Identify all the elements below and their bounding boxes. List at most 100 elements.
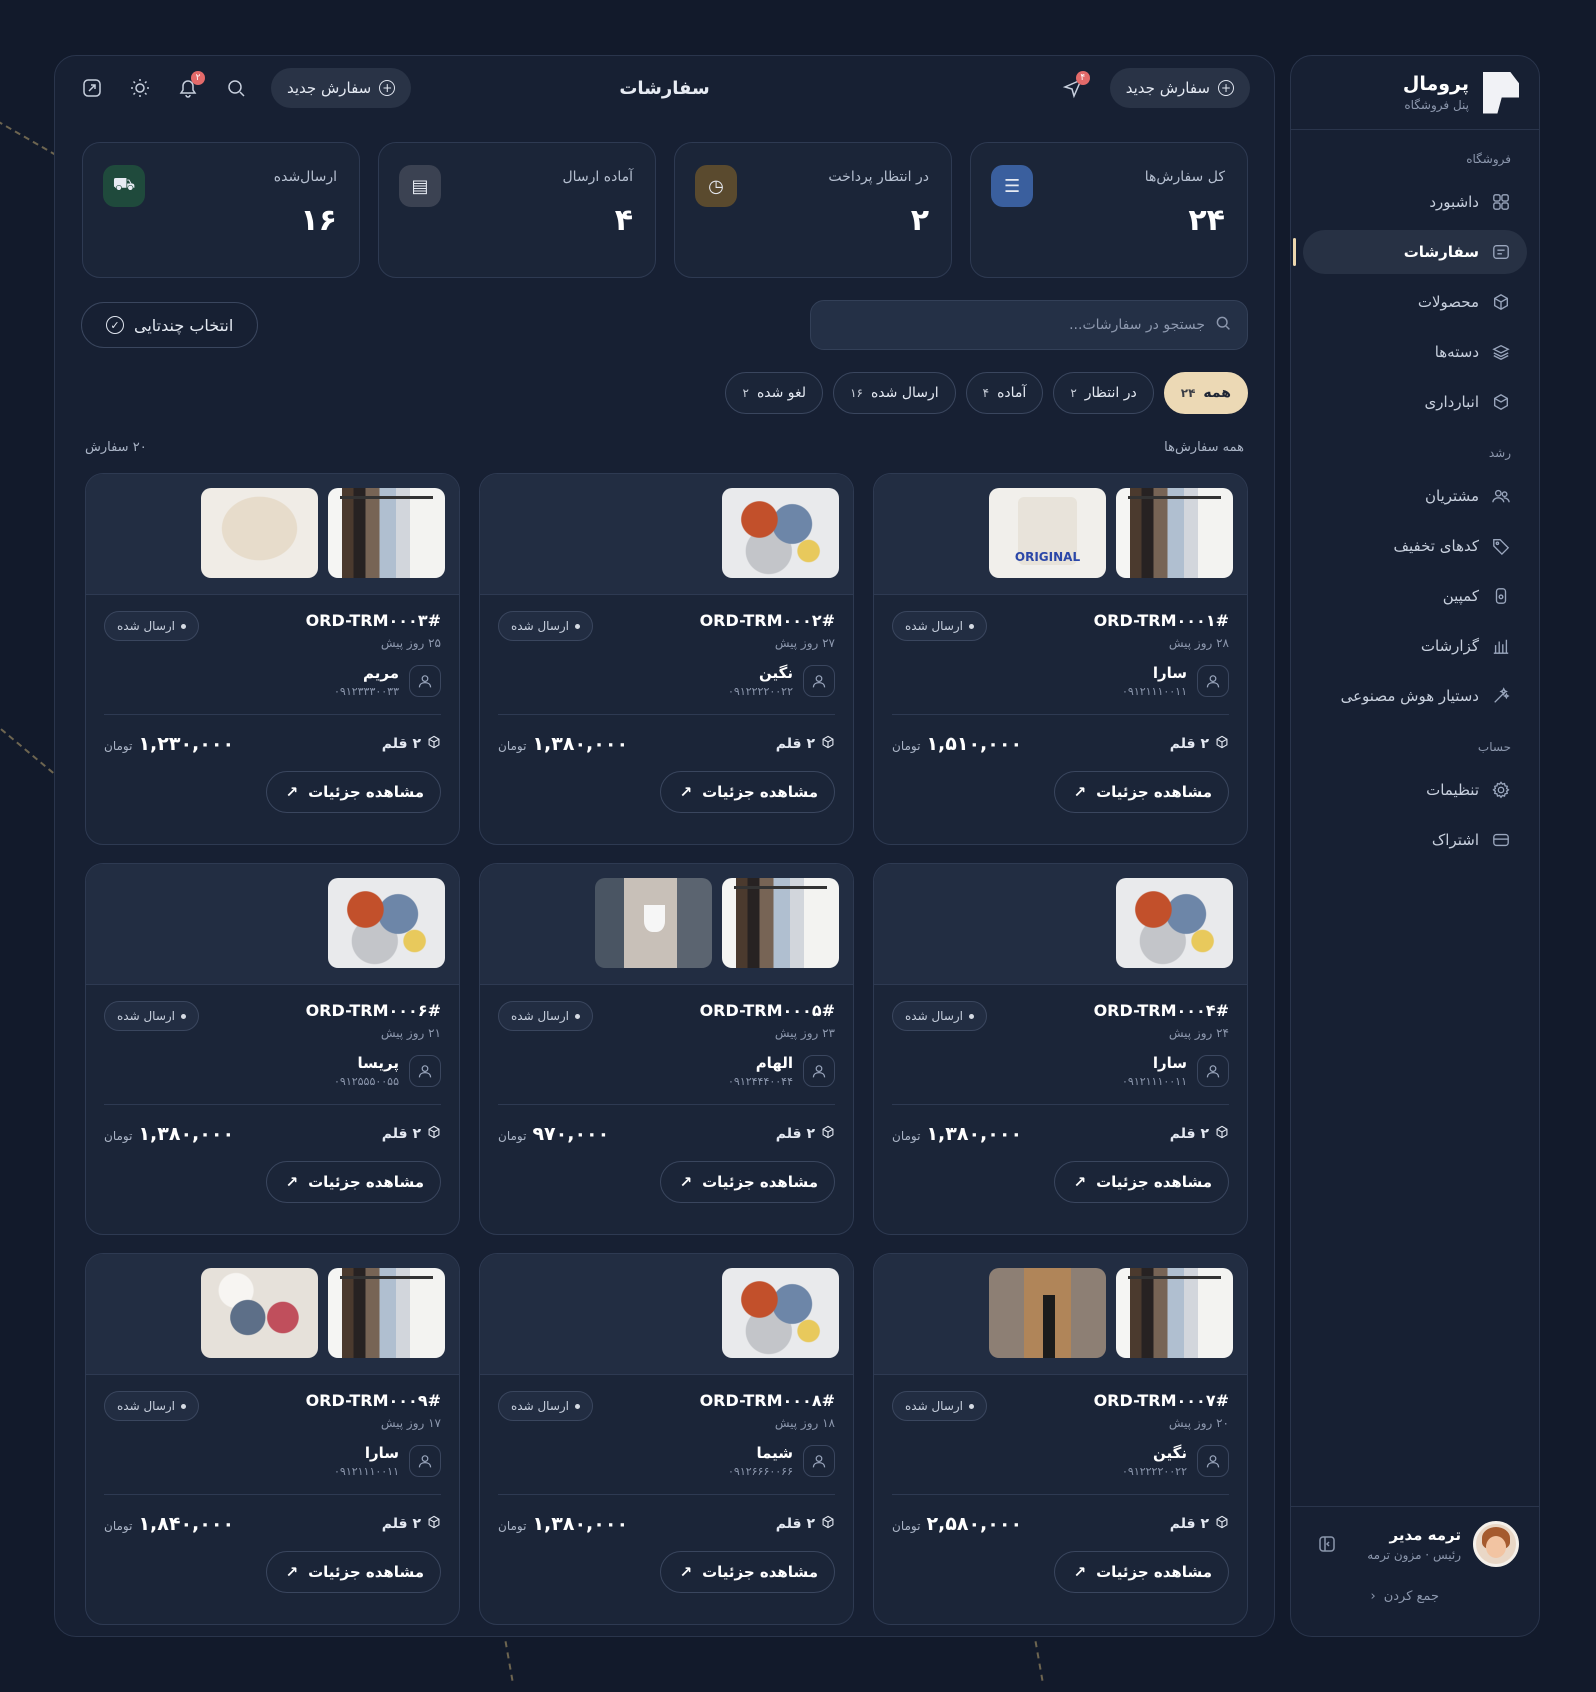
sidebar-item-store-1[interactable]: سفارشات — [1294, 230, 1528, 274]
avatar[interactable] — [1474, 1521, 1520, 1567]
multi-select-button[interactable]: انتخاب چندتایی ✓ — [82, 302, 260, 348]
order-card[interactable]: ORD-TRM۰۰۰۷# ۲۰ روز پیش ارسال شده نگین ۰۹۱۲۲… — [874, 1253, 1249, 1625]
status-dot — [182, 623, 188, 629]
filter-chip[interactable]: در انتظار ۲ — [1054, 372, 1155, 414]
sidebar-item-growth-0[interactable]: مشتریان — [1304, 474, 1528, 518]
stat-card[interactable]: کل سفارش‌ها ۲۴ ☰ — [971, 142, 1249, 278]
order-time: ۲۰ روز پیش — [1169, 1416, 1230, 1430]
new-order-button-primary[interactable]: + سفارش جدید — [1110, 68, 1251, 108]
product-thumbnail[interactable] — [1117, 878, 1234, 968]
sidebar-item-store-4[interactable]: انبارداری — [1304, 380, 1528, 424]
sun-icon[interactable] — [128, 75, 154, 101]
sidebar-item-label: مشتریان — [1426, 487, 1480, 505]
send-icon[interactable]: ۴ — [1061, 71, 1091, 101]
customer-name: نگین — [1154, 1444, 1188, 1462]
product-thumbnail[interactable] — [329, 1268, 446, 1358]
items-count: ۲ قلم — [777, 1515, 836, 1533]
product-thumbnail[interactable] — [990, 488, 1107, 578]
order-id: ORD-TRM۰۰۰۷# — [1094, 1391, 1230, 1410]
sidebar-item-growth-1[interactable]: کدهای تخفیف — [1304, 524, 1528, 568]
order-card[interactable]: ORD-TRM۰۰۰۵# ۲۳ روز پیش ارسال شده الهام ۰۹۱۲… — [480, 863, 855, 1235]
view-details-button[interactable]: مشاهده جزئیات ↗ — [267, 1161, 442, 1203]
divider — [893, 1494, 1230, 1495]
sidebar-item-account-1[interactable]: اشتراک — [1304, 818, 1528, 862]
filter-chip[interactable]: آماده ۴ — [966, 372, 1045, 414]
sidebar-item-growth-3[interactable]: گزارشات — [1304, 624, 1528, 668]
bell-icon[interactable]: ۲ — [176, 71, 206, 101]
order-id: ORD-TRM۰۰۰۸# — [700, 1391, 836, 1410]
user-icon — [804, 1055, 836, 1087]
collapse-label: جمع کردن — [1384, 1589, 1440, 1604]
items-label: ۲ قلم — [382, 1516, 422, 1532]
product-thumbnail[interactable] — [723, 878, 840, 968]
order-card[interactable]: ORD-TRM۰۰۰۶# ۲۱ روز پیش ارسال شده پریسا ۰۹۱۲… — [86, 863, 461, 1235]
customer-info: سارا ۰۹۱۲۱۱۱۰۰۱۱ — [893, 664, 1230, 698]
product-thumbnail[interactable] — [329, 488, 446, 578]
sidebar-item-growth-2[interactable]: کمپین — [1304, 574, 1528, 618]
product-thumbnail[interactable] — [596, 878, 713, 968]
view-details-button[interactable]: مشاهده جزئیات ↗ — [1055, 771, 1230, 813]
customer-info: شیما ۰۹۱۲۶۶۶۰۰۶۶ — [499, 1444, 836, 1478]
view-details-button[interactable]: مشاهده جزئیات ↗ — [267, 771, 442, 813]
search-box[interactable] — [811, 300, 1249, 350]
sidebar-item-store-0[interactable]: داشبورد — [1304, 180, 1528, 224]
customer-name: سارا — [1153, 664, 1188, 682]
sidebar-item-store-3[interactable]: دسته‌ها — [1304, 330, 1528, 374]
status-badge: ارسال شده — [893, 1001, 989, 1031]
search-input[interactable] — [828, 317, 1206, 333]
product-thumbnail[interactable] — [1117, 1268, 1234, 1358]
sidebar-item-store-2[interactable]: محصولات — [1304, 280, 1528, 324]
nav-section-growth: رشد — [1489, 446, 1512, 460]
order-card[interactable]: ORD-TRM۰۰۰۴# ۲۴ روز پیش ارسال شده سارا ۰۹۱۲۱… — [874, 863, 1249, 1235]
product-thumbnail[interactable] — [723, 1268, 840, 1358]
stat-value: ۲ — [911, 203, 930, 238]
order-card[interactable]: ORD-TRM۰۰۰۱# ۲۸ روز پیش ارسال شده سارا ۰۹۱۲۱… — [874, 473, 1249, 845]
items-label: ۲ قلم — [776, 736, 816, 752]
filter-label: ارسال شده — [871, 385, 940, 401]
customer-name: مریم — [363, 664, 400, 682]
stat-card[interactable]: ارسال‌شده ۱۶ ⛟ — [83, 142, 361, 278]
search-icon[interactable] — [224, 75, 250, 101]
ai-icon — [1492, 686, 1512, 706]
expand-icon[interactable] — [80, 75, 106, 101]
product-thumbnail[interactable] — [723, 488, 840, 578]
brand[interactable]: پرومال پنل فروشگاه — [1292, 56, 1540, 130]
view-details-label: مشاهده جزئیات — [309, 783, 425, 801]
filter-label: آماده — [998, 385, 1028, 401]
collapse-button[interactable]: جمع کردن ‹ — [1312, 1589, 1520, 1604]
view-details-button[interactable]: مشاهده جزئیات ↗ — [661, 771, 836, 813]
price-value: ۱,۳۸۰,۰۰۰ — [533, 733, 630, 755]
view-details-button[interactable]: مشاهده جزئیات ↗ — [661, 1551, 836, 1593]
order-price: ۱,۵۱۰,۰۰۰ تومان — [893, 733, 1023, 755]
status-label: ارسال شده — [512, 619, 571, 633]
arrow-up-left-icon: ↗ — [680, 1563, 694, 1581]
sidebar-item-account-0[interactable]: تنظیمات — [1304, 768, 1528, 812]
view-details-button[interactable]: مشاهده جزئیات ↗ — [1055, 1161, 1230, 1203]
sidebar-item-growth-4[interactable]: دستیار هوش مصنوعی — [1304, 674, 1528, 718]
product-thumbnail[interactable] — [202, 1268, 319, 1358]
product-thumbnail[interactable] — [202, 488, 319, 578]
user-icon — [1198, 665, 1230, 697]
order-card[interactable]: ORD-TRM۰۰۰۳# ۲۵ روز پیش ارسال شده مریم ۰۹۱۲۳… — [86, 473, 461, 845]
product-thumbnail[interactable] — [1117, 488, 1234, 578]
new-order-button-secondary[interactable]: + سفارش جدید — [272, 68, 413, 108]
filter-chip[interactable]: همه ۲۴ — [1164, 372, 1249, 414]
stat-card[interactable]: آماده ارسال ۴ ▤ — [379, 142, 657, 278]
product-thumbnail[interactable] — [990, 1268, 1107, 1358]
order-card[interactable]: ORD-TRM۰۰۰۲# ۲۷ روز پیش ارسال شده نگین ۰۹۱۲۲… — [480, 473, 855, 845]
toolbar: انتخاب چندتایی ✓ — [56, 278, 1275, 350]
order-card[interactable]: ORD-TRM۰۰۰۸# ۱۸ روز پیش ارسال شده شیما ۰۹۱۲۶… — [480, 1253, 855, 1625]
price-value: ۱,۳۸۰,۰۰۰ — [139, 1123, 236, 1145]
order-card[interactable]: ORD-TRM۰۰۰۹# ۱۷ روز پیش ارسال شده سارا ۰۹۱۲۱… — [86, 1253, 461, 1625]
view-details-button[interactable]: مشاهده جزئیات ↗ — [267, 1551, 442, 1593]
stat-card[interactable]: در انتظار پرداخت ۲ ◷ — [675, 142, 953, 278]
product-thumbnail[interactable] — [329, 878, 446, 968]
view-details-button[interactable]: مشاهده جزئیات ↗ — [1055, 1551, 1230, 1593]
filter-chip[interactable]: ارسال شده ۱۶ — [834, 372, 957, 414]
filter-chip[interactable]: لغو شده ۲ — [726, 372, 825, 414]
users-icon — [1492, 486, 1512, 506]
plus-icon: + — [380, 80, 397, 96]
logout-icon[interactable] — [1312, 1528, 1344, 1560]
status-badge: ارسال شده — [499, 611, 595, 641]
view-details-button[interactable]: مشاهده جزئیات ↗ — [661, 1161, 836, 1203]
